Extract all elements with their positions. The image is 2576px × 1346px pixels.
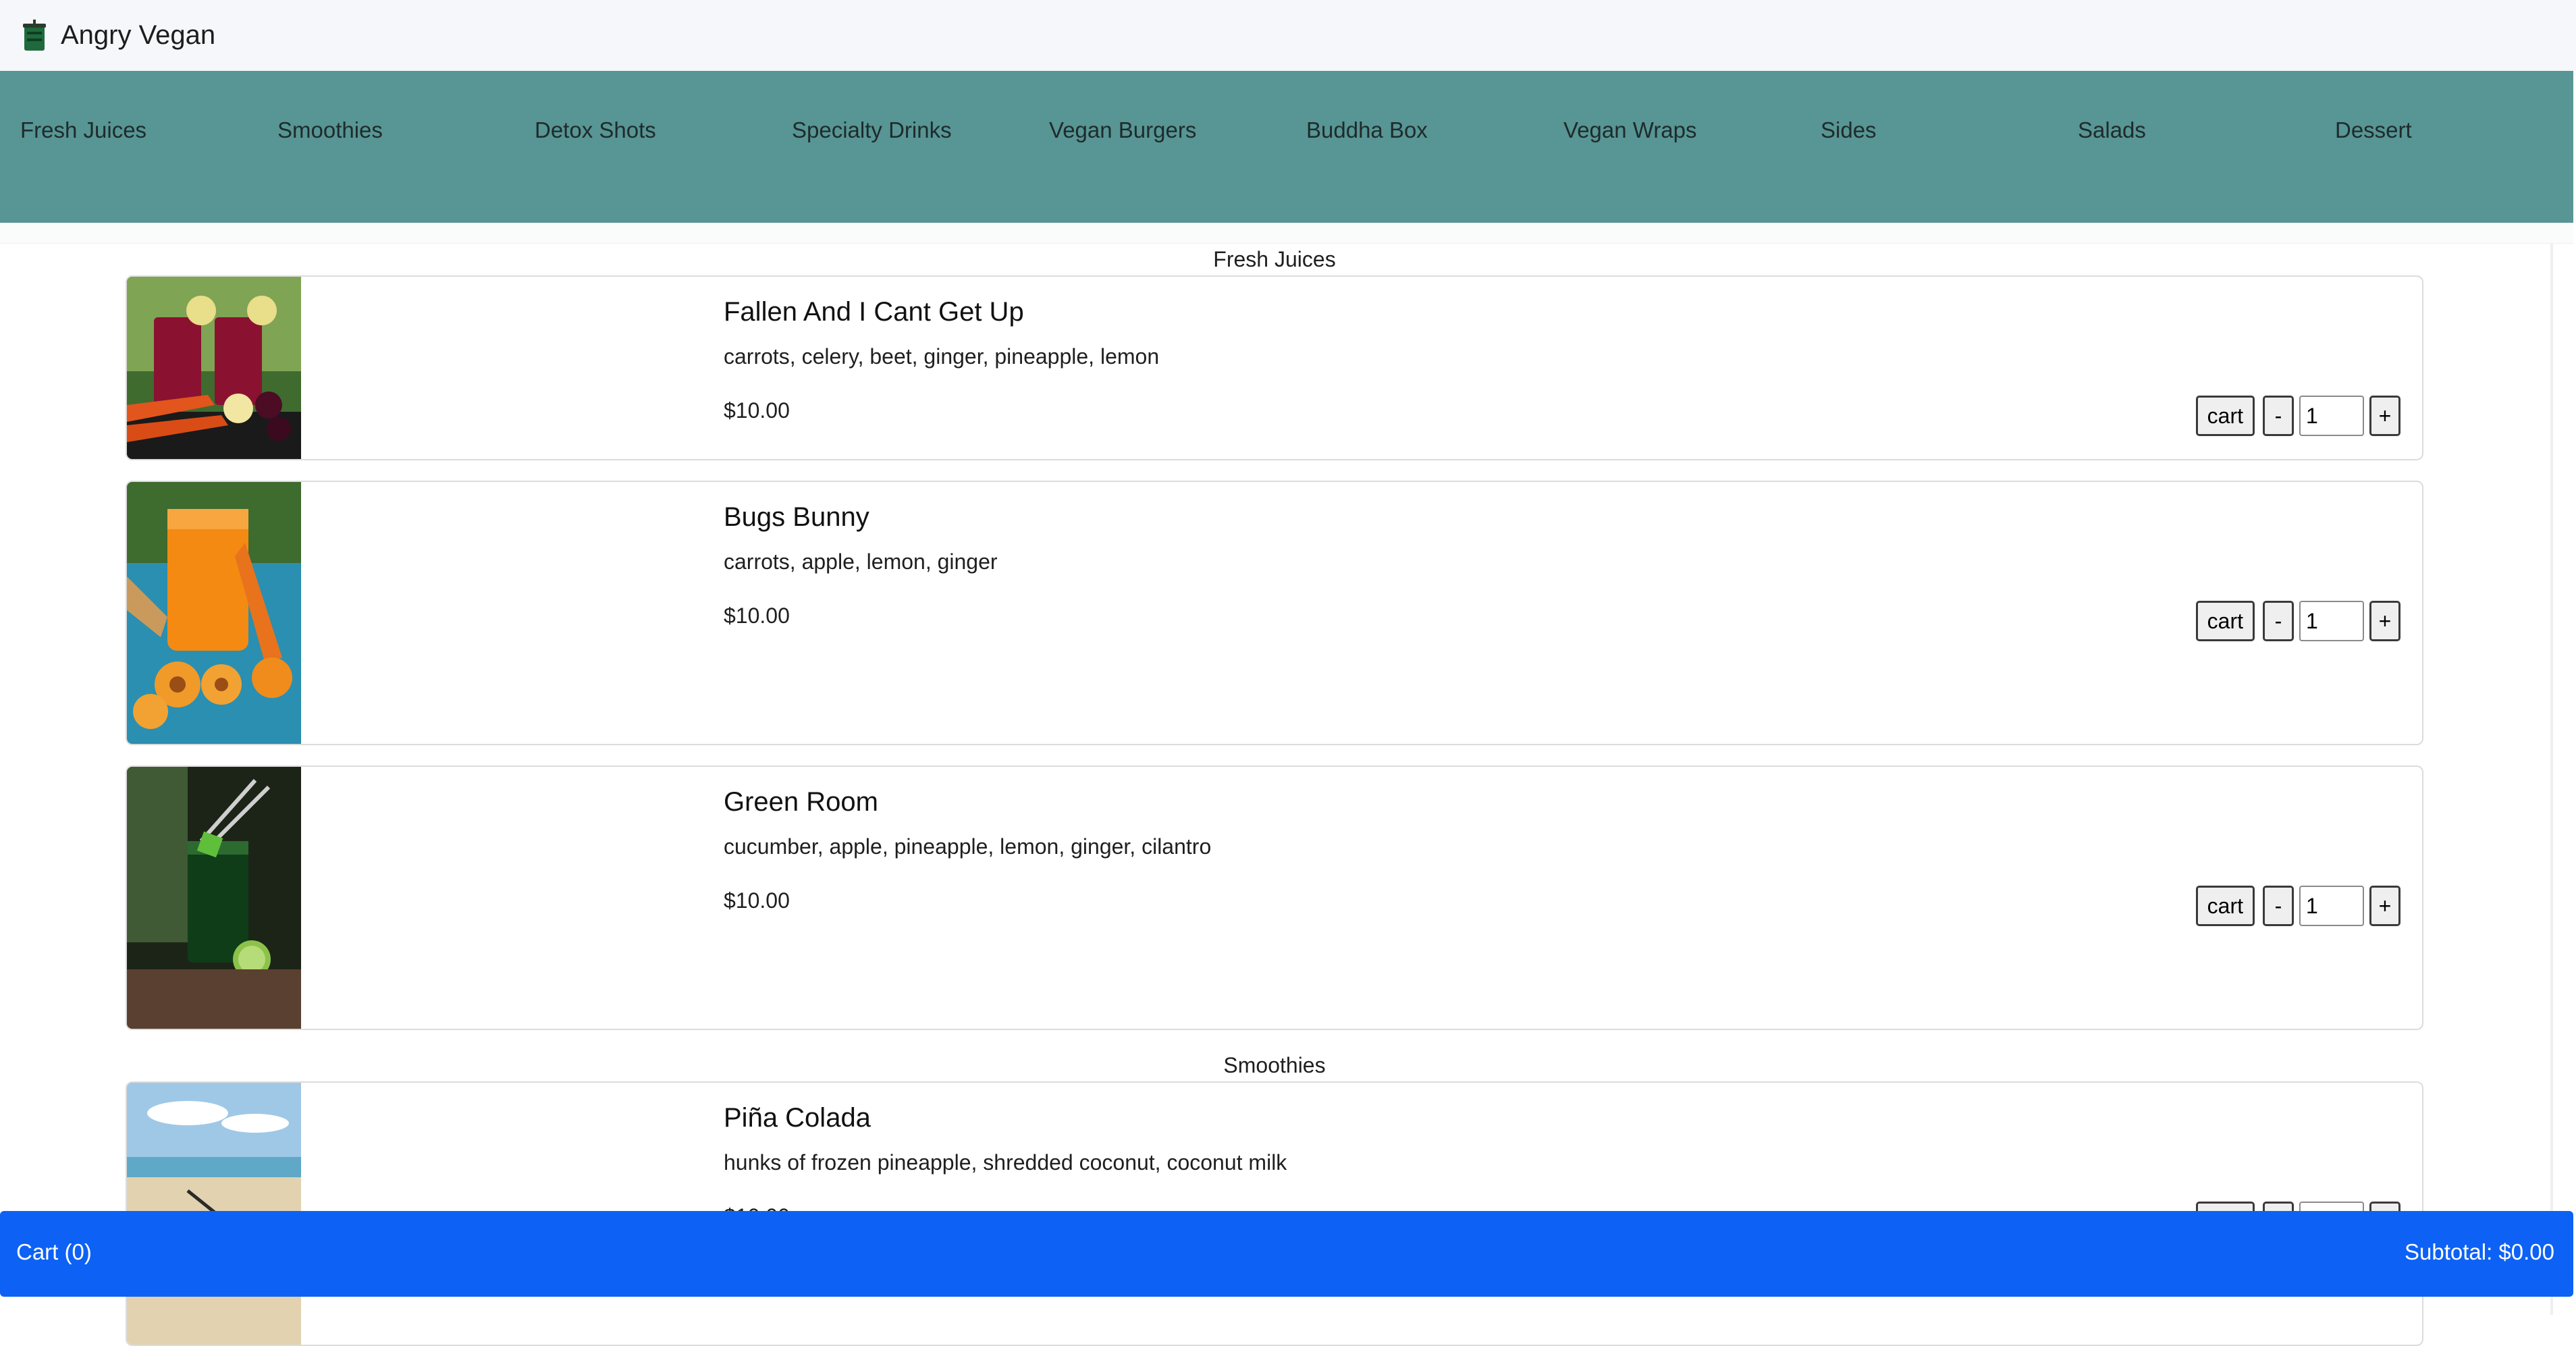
item-description: cucumber, apple, pineapple, lemon, ginge… (724, 834, 1212, 859)
item-name: Bugs Bunny (724, 502, 869, 532)
add-to-cart-button[interactable]: cart (2195, 886, 2255, 926)
quantity-input[interactable] (2299, 886, 2364, 926)
cart-bar: Cart (0) Subtotal: $0.00 (0, 1211, 2573, 1297)
top-bar: Angry Vegan (0, 0, 2576, 71)
decrement-button[interactable]: - (2263, 601, 2294, 641)
item-image (127, 767, 301, 1029)
section-title-fresh-juices: Fresh Juices (1213, 247, 1336, 271)
item-controls: cart - + (2195, 886, 2400, 926)
category-nav: Fresh Juices Smoothies Detox Shots Speci… (0, 71, 2573, 223)
item-image (127, 277, 301, 459)
nav-underline (0, 223, 2573, 244)
increment-button[interactable]: + (2369, 886, 2400, 926)
cart-subtotal: Subtotal: $0.00 (2404, 1239, 2554, 1264)
category-vegan-wraps[interactable]: Vegan Wraps (1563, 117, 1697, 143)
decrement-button[interactable]: - (2263, 396, 2294, 436)
item-controls: cart - + (2195, 601, 2400, 641)
item-price: $10.00 (724, 603, 790, 628)
decrement-button[interactable]: - (2263, 886, 2294, 926)
add-to-cart-button[interactable]: cart (2195, 601, 2255, 641)
item-name: Green Room (724, 787, 878, 817)
item-controls: cart - + (2195, 396, 2400, 436)
scrollbar-track[interactable] (2550, 243, 2553, 1315)
item-description: hunks of frozen pineapple, shredded coco… (724, 1150, 1287, 1175)
item-price: $10.00 (724, 398, 790, 423)
item-description: carrots, celery, beet, ginger, pineapple… (724, 344, 1160, 369)
quantity-input[interactable] (2299, 601, 2364, 641)
item-name: Fallen And I Cant Get Up (724, 297, 1024, 327)
menu-item-card: Green Room cucumber, apple, pineapple, l… (126, 765, 2423, 1030)
item-name: Piña Colada (724, 1103, 871, 1133)
category-smoothies[interactable]: Smoothies (277, 117, 383, 143)
quantity-input[interactable] (2299, 396, 2364, 436)
section-title-smoothies: Smoothies (1223, 1053, 1326, 1077)
category-specialty-drinks[interactable]: Specialty Drinks (792, 117, 952, 143)
add-to-cart-button[interactable]: cart (2195, 396, 2255, 436)
category-dessert[interactable]: Dessert (2335, 117, 2412, 143)
category-salads[interactable]: Salads (2078, 117, 2146, 143)
menu-item-card: Fallen And I Cant Get Up carrots, celery… (126, 275, 2423, 460)
increment-button[interactable]: + (2369, 396, 2400, 436)
item-price: $10.00 (724, 888, 790, 913)
juice-cup-icon (23, 19, 46, 51)
cart-button[interactable]: Cart (0) (16, 1239, 92, 1265)
brand-name: Angry Vegan (61, 20, 216, 50)
brand[interactable]: Angry Vegan (22, 19, 216, 52)
category-vegan-burgers[interactable]: Vegan Burgers (1049, 117, 1196, 143)
category-buddha-box[interactable]: Buddha Box (1306, 117, 1428, 143)
item-description: carrots, apple, lemon, ginger (724, 549, 998, 574)
category-detox-shots[interactable]: Detox Shots (535, 117, 656, 143)
item-image (127, 482, 301, 744)
menu-item-card: Bugs Bunny carrots, apple, lemon, ginger… (126, 481, 2423, 745)
category-sides[interactable]: Sides (1821, 117, 1877, 143)
category-fresh-juices[interactable]: Fresh Juices (20, 117, 146, 143)
increment-button[interactable]: + (2369, 601, 2400, 641)
